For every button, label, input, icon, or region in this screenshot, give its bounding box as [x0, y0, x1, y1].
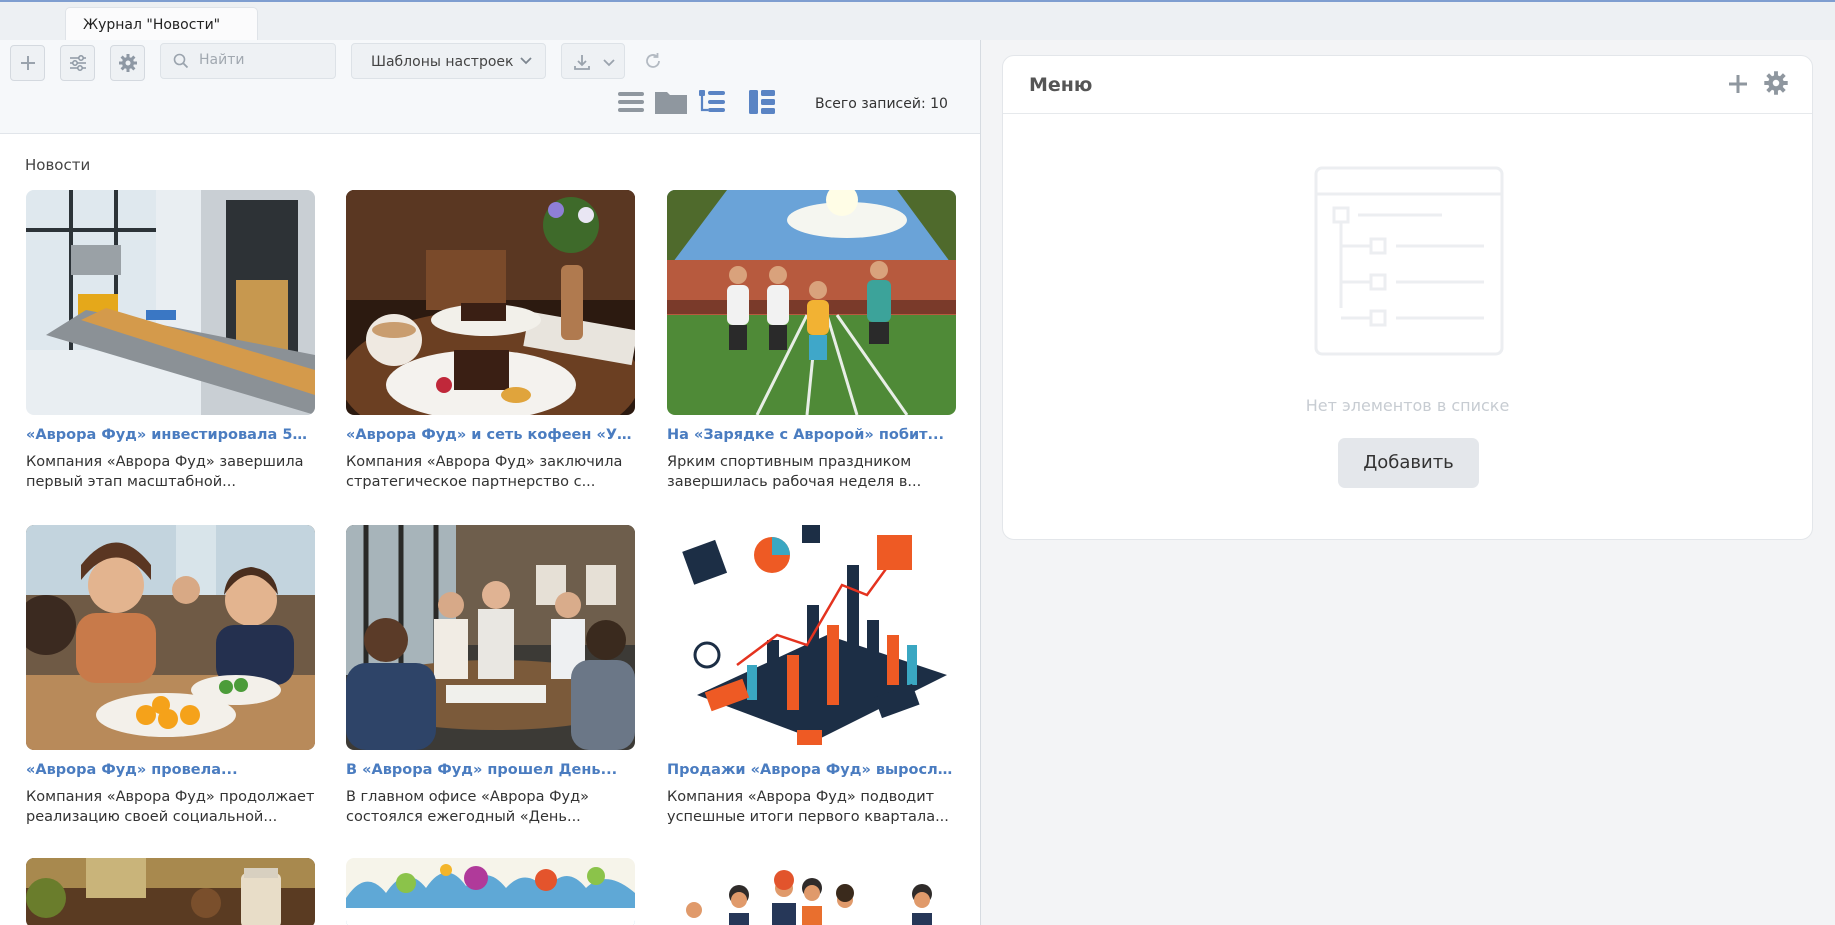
gear-icon — [118, 54, 137, 72]
search-input[interactable] — [199, 52, 319, 68]
news-image-paint-splash — [346, 858, 635, 925]
news-title[interactable]: Продажи «Аврора Фуд» выросли на... — [667, 762, 956, 778]
templates-label: Шаблоны настроек — [371, 54, 514, 70]
news-card[interactable]: В «Аврора Фуд» прошел День... В главном … — [346, 525, 635, 827]
news-card[interactable]: «Аврора Фуд» инвестировала 50 мл... Комп… — [26, 190, 315, 492]
list-view-icon[interactable] — [617, 88, 645, 116]
news-card[interactable] — [667, 858, 956, 925]
refresh-icon[interactable] — [643, 51, 663, 71]
news-journal-panel: Шаблоны настроек Всего записей: 10 Новос… — [0, 40, 981, 925]
toolbar: Шаблоны настроек Всего записей: 10 — [0, 40, 980, 134]
news-card[interactable]: «Аврора Фуд» провела... Компания «Аврора… — [26, 525, 315, 827]
download-dropdown[interactable] — [561, 43, 625, 79]
menu-panel: Меню Нет элементов в списке Добавить — [1002, 55, 1813, 540]
news-description: Компания «Аврора Фуд» завершила первый э… — [26, 454, 304, 490]
news-image-production-line — [26, 190, 315, 415]
news-card[interactable] — [346, 858, 635, 925]
news-description: В главном офисе «Аврора Фуд» состоялся е… — [346, 789, 590, 825]
news-image-jars — [26, 858, 315, 925]
divider — [1003, 113, 1812, 114]
add-menu-item-button[interactable]: Добавить — [1338, 438, 1479, 488]
filter-settings-button[interactable] — [60, 45, 95, 81]
chevron-down-icon — [603, 59, 615, 67]
section-title: Новости — [25, 156, 91, 174]
tab-news-journal[interactable]: Журнал "Новости" — [65, 7, 258, 42]
news-image-people — [667, 858, 956, 925]
news-title[interactable]: «Аврора Фуд» инвестировала 50 мл... — [26, 427, 315, 443]
news-description: Компания «Аврора Фуд» подводит успешные … — [667, 789, 949, 825]
news-description: Ярким спортивным праздником завершилась … — [667, 454, 922, 490]
plus-icon — [20, 56, 35, 70]
total-records: Всего записей: 10 — [815, 96, 948, 112]
news-card[interactable]: На «Зарядке с Авророй» побит... Ярким сп… — [667, 190, 956, 492]
news-card[interactable]: «Аврора Фуд» и сеть кофеен «Утро»... Ком… — [346, 190, 635, 492]
news-title[interactable]: В «Аврора Фуд» прошел День... — [346, 762, 635, 778]
news-card[interactable] — [26, 858, 315, 925]
top-bar: Журнал "Новости" — [0, 0, 1835, 42]
news-description: Компания «Аврора Фуд» продолжает реализа… — [26, 789, 315, 825]
news-image-office-meeting — [346, 525, 635, 750]
news-title[interactable]: «Аврора Фуд» провела... — [26, 762, 315, 778]
download-icon — [574, 55, 590, 70]
tree-view-icon[interactable] — [698, 88, 726, 116]
news-title[interactable]: «Аврора Фуд» и сеть кофеен «Утро»... — [346, 427, 635, 443]
news-card[interactable]: Продажи «Аврора Фуд» выросли на... Компа… — [667, 525, 956, 827]
settings-button[interactable] — [110, 45, 145, 81]
plus-icon[interactable] — [1726, 72, 1750, 96]
gear-icon[interactable] — [1763, 70, 1789, 96]
news-image-coffee — [346, 190, 635, 415]
tile-view-icon[interactable] — [748, 88, 776, 116]
search-box — [160, 43, 336, 79]
empty-list-text: Нет элементов в списке — [1305, 396, 1510, 415]
add-button[interactable] — [10, 45, 45, 81]
folder-view-icon[interactable] — [654, 88, 688, 116]
sliders-icon — [69, 55, 86, 71]
news-image-kids-lunch — [26, 525, 315, 750]
news-title[interactable]: На «Зарядке с Авророй» побит... — [667, 427, 956, 443]
empty-list-illustration — [1314, 166, 1504, 356]
chevron-down-icon — [520, 57, 532, 65]
news-image-stadium — [667, 190, 956, 415]
search-icon — [173, 53, 189, 69]
settings-templates-dropdown[interactable]: Шаблоны настроек — [351, 43, 546, 79]
news-image-sales-chart — [667, 525, 956, 750]
menu-title: Меню — [1029, 74, 1093, 96]
news-description: Компания «Аврора Фуд» заключила стратеги… — [346, 454, 623, 490]
